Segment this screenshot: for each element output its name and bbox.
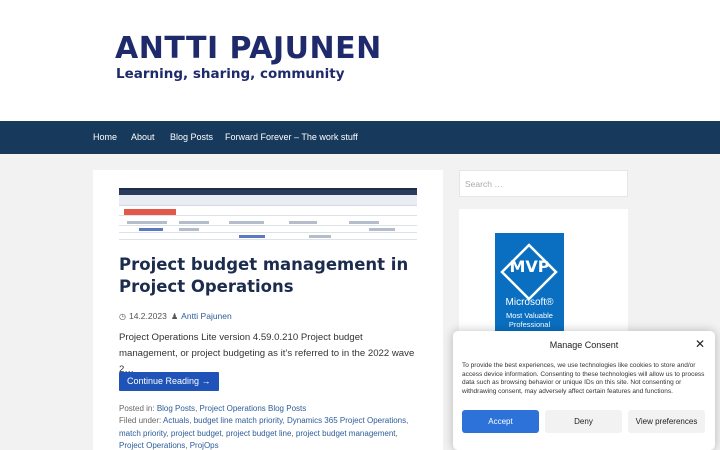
nav-item-blog-posts[interactable]: Blog Posts: [170, 130, 213, 144]
thumbnail-cell: [179, 221, 209, 224]
post-excerpt: Project Operations Lite version 4.59.0.2…: [119, 332, 415, 375]
thumbnail-cell: [127, 221, 167, 224]
view-preferences-button[interactable]: View preferences: [628, 410, 705, 433]
accept-button[interactable]: Accept: [462, 410, 539, 433]
nav-item-about[interactable]: About: [131, 130, 155, 144]
post-author-link[interactable]: Antti Pajunen: [181, 311, 232, 321]
thumbnail-cell: [229, 221, 264, 224]
tag-link[interactable]: project budget line: [226, 429, 291, 438]
thumbnail-cell: [289, 221, 317, 224]
tag-link[interactable]: ProjOps: [190, 441, 219, 450]
post-thumbnail[interactable]: [119, 188, 417, 248]
category-link[interactable]: Blog Posts: [157, 404, 195, 413]
filed-under-label: Filed under:: [119, 416, 162, 425]
post-date: ◷ 14.2.2023: [119, 310, 167, 323]
nav-item-home[interactable]: Home: [93, 130, 117, 144]
thumbnail-cell: [349, 221, 379, 224]
post-title[interactable]: Project budget management in Project Ope…: [119, 254, 419, 298]
mvp-widget: MVP Microsoft® Most Valuable Professiona…: [459, 209, 628, 343]
thumbnail-divider: [119, 239, 417, 240]
consent-dialog: Manage Consent ✕ To provide the best exp…: [453, 331, 715, 450]
mvp-badge[interactable]: MVP Microsoft® Most Valuable Professiona…: [495, 233, 564, 343]
close-icon[interactable]: ✕: [694, 338, 706, 350]
posted-in-label: Posted in:: [119, 404, 155, 413]
deny-button[interactable]: Deny: [545, 410, 622, 433]
post-date-text[interactable]: 14.2.2023: [129, 311, 167, 321]
mvp-subtitle: Most Valuable Professional: [506, 311, 553, 329]
category-link[interactable]: Project Operations Blog Posts: [200, 404, 307, 413]
nav-item-forward-forever[interactable]: Forward Forever – The work stuff: [225, 130, 358, 144]
post-categories: Posted in: Blog Posts, Project Operation…: [119, 404, 307, 413]
mvp-label: MVP: [509, 257, 550, 276]
user-icon: ♟: [171, 312, 179, 321]
thumbnail-link: [239, 235, 265, 238]
search-widget: [459, 170, 628, 197]
post-author: ♟ Antti Pajunen: [171, 310, 232, 323]
tag-link[interactable]: match priority: [119, 429, 166, 438]
main-navigation: Home About Blog Posts Forward Forever – …: [0, 121, 720, 154]
site-title[interactable]: ANTTI PAJUNEN: [115, 32, 382, 66]
tag-link[interactable]: budget line match priority: [194, 416, 283, 425]
thumbnail-toolbar: [119, 195, 417, 206]
thumbnail-divider: [119, 215, 417, 216]
thumbnail-link: [139, 228, 163, 231]
tag-link[interactable]: project budget: [171, 429, 222, 438]
tag-link[interactable]: Project Operations: [119, 441, 185, 450]
clock-icon: ◷: [119, 312, 126, 321]
thumbnail-cell: [369, 228, 395, 231]
mvp-company: Microsoft®: [505, 297, 554, 308]
consent-title: Manage Consent: [549, 340, 619, 350]
thumbnail-divider: [119, 232, 417, 233]
site-header: ANTTI PAJUNEN Learning, sharing, communi…: [0, 0, 720, 121]
post-card: Project budget management in Project Ope…: [93, 170, 443, 450]
tag-link[interactable]: Dynamics 365 Project Operations: [287, 416, 406, 425]
tag-link[interactable]: project budget management: [296, 429, 396, 438]
thumbnail-divider: [119, 225, 417, 226]
site-tagline: Learning, sharing, community: [116, 66, 345, 82]
post-tags: Filed under: Actuals, budget line match …: [119, 416, 409, 450]
consent-text: To provide the best experiences, we use …: [462, 362, 705, 395]
thumbnail-cell: [309, 235, 331, 238]
thumbnail-cell: [179, 228, 199, 231]
tag-link[interactable]: Actuals: [163, 416, 189, 425]
search-input[interactable]: [465, 177, 620, 191]
continue-reading-button[interactable]: Continue Reading →: [119, 372, 219, 391]
